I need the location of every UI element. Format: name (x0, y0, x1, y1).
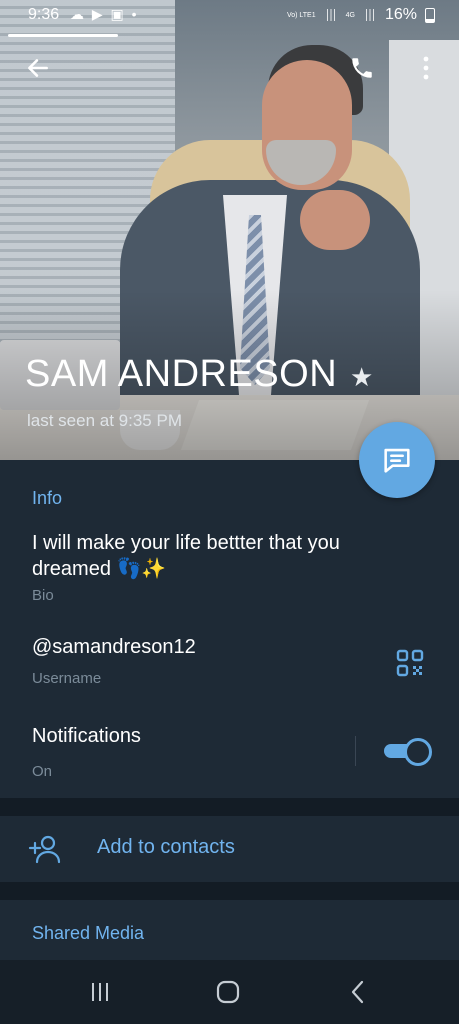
shared-media-section[interactable]: Shared Media (0, 900, 459, 960)
notifications-value: On (32, 763, 53, 780)
more-options-button[interactable] (410, 52, 442, 84)
send-message-button[interactable] (359, 422, 435, 498)
bio-text[interactable]: I will make your life bettter that you d… (32, 530, 412, 582)
notifications-toggle[interactable] (384, 738, 432, 766)
info-title: Info (32, 488, 63, 508)
divider (355, 736, 356, 766)
status-bar: 9:36 ☁ ▶ ▣ • Vo) LTE1 4G 16% (0, 0, 459, 32)
battery-percent: 16% (384, 6, 417, 23)
battery-icon (425, 7, 435, 23)
status-time: 9:36 (28, 6, 60, 23)
profile-name: SAM ANDRESON (25, 353, 338, 395)
section-gap-2 (0, 882, 459, 900)
qr-code-icon (396, 649, 424, 677)
more-vertical-icon (423, 56, 429, 80)
chevron-left-icon (351, 980, 364, 1004)
status-underline (8, 34, 118, 37)
add-to-contacts-label: Add to contacts (97, 836, 235, 858)
add-user-icon (28, 835, 61, 864)
home-icon (216, 980, 240, 1004)
username[interactable]: @samandreson12 (32, 636, 196, 659)
message-icon (384, 448, 410, 473)
last-seen-status: last seen at 9:35 PM (27, 411, 182, 430)
notification-icons: ☁ ▶ ▣ • (70, 6, 139, 22)
network-type: 4G (345, 11, 355, 19)
system-navigation-bar (0, 960, 459, 1024)
status-right: Vo) LTE1 4G 16% (287, 6, 435, 24)
section-gap (0, 798, 459, 816)
recent-apps-icon (92, 983, 108, 1001)
photo-hand (300, 190, 370, 250)
back-nav-button[interactable] (338, 976, 378, 1008)
signal-icon (323, 9, 338, 21)
qr-code-button[interactable] (396, 649, 424, 677)
back-button[interactable] (22, 52, 54, 84)
star-icon: ★ (350, 362, 374, 392)
info-section: Info I will make your life bettter that … (0, 460, 459, 798)
home-button[interactable] (208, 976, 248, 1008)
back-arrow-icon (28, 59, 48, 77)
call-button[interactable] (346, 52, 378, 84)
username-label: Username (32, 670, 102, 687)
volte-indicator: Vo) LTE1 (286, 11, 316, 19)
signal-icon-2 (362, 9, 377, 21)
bio-label: Bio (32, 587, 54, 604)
add-to-contacts-row[interactable]: Add to contacts (0, 816, 459, 882)
shared-media-title: Shared Media (32, 923, 145, 943)
recent-apps-button[interactable] (80, 976, 120, 1008)
toggle-knob (404, 738, 432, 766)
phone-icon (352, 58, 372, 78)
notifications-label[interactable]: Notifications (32, 725, 141, 748)
